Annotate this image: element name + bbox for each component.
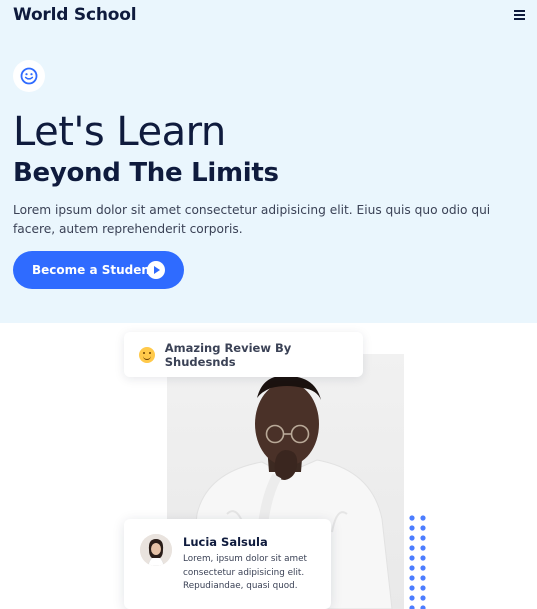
hero-subheadline: Beyond The Limits (13, 158, 279, 188)
smile-icon (13, 60, 45, 92)
decorative-dot-grid (409, 515, 429, 609)
hero-headline: Let's Learn (13, 109, 226, 155)
smiling-emoji-icon (139, 346, 155, 363)
avatar (140, 534, 172, 566)
hero-description: Lorem ipsum dolor sit amet consectetur a… (13, 203, 491, 236)
cta-label: Become a Student (32, 263, 156, 277)
testimonial-card: Lucia Salsula Lorem, ipsum dolor sit ame… (124, 519, 331, 609)
review-badge: Amazing Review By Shudesnds (124, 332, 363, 377)
play-icon (147, 261, 165, 279)
brand-logo[interactable]: World School (13, 5, 137, 25)
testimonial-name: Lucia Salsula (183, 535, 268, 549)
hero-section: World School Let's Learn Beyond The Limi… (0, 0, 537, 323)
become-student-button[interactable]: Become a Student (13, 251, 184, 289)
hamburger-menu-icon[interactable] (514, 10, 525, 20)
review-badge-label: Amazing Review By Shudesnds (164, 340, 292, 369)
testimonial-quote: Lorem, ipsum dolor sit amet consectetur … (183, 554, 307, 592)
